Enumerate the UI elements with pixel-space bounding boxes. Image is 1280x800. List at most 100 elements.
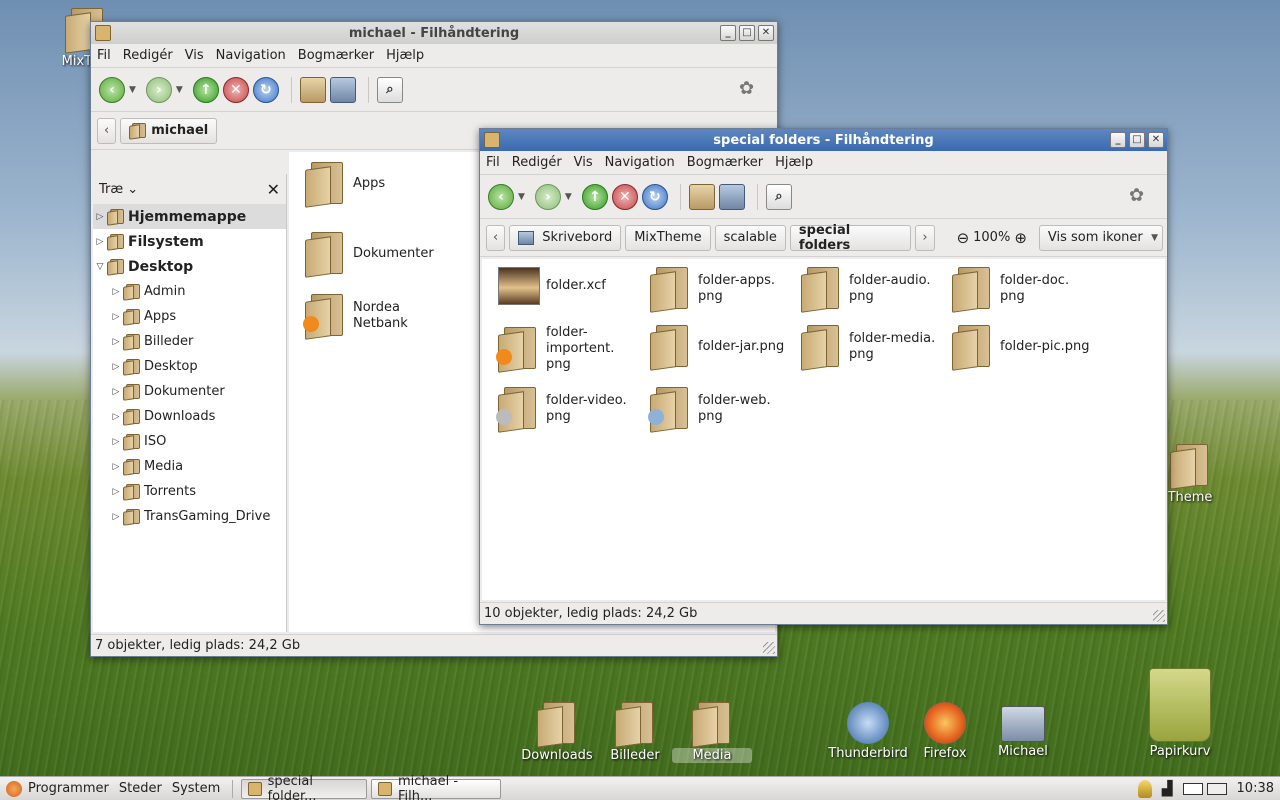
home-button[interactable]	[299, 76, 326, 103]
expander-down-icon[interactable]: ▽	[93, 262, 107, 272]
expander-right-icon[interactable]: ▷	[109, 412, 123, 422]
forward-button[interactable]: ›	[145, 76, 172, 103]
expander-right-icon[interactable]: ▷	[109, 462, 123, 472]
expander-right-icon[interactable]: ▷	[109, 312, 123, 322]
tree-item-media[interactable]: ▷ Media	[93, 454, 286, 479]
minimize-button[interactable]: _	[1110, 132, 1126, 148]
menu-programmer[interactable]: Programmer	[28, 781, 109, 796]
up-button[interactable]: ↑	[581, 183, 608, 210]
resize-grip[interactable]	[763, 642, 775, 654]
tree-item-iso[interactable]: ▷ ISO	[93, 429, 286, 454]
crumb-michael[interactable]: michael	[120, 117, 218, 144]
workspace-2-icon[interactable]	[1206, 782, 1227, 795]
taskbar-special-folders[interactable]: special folder...	[241, 774, 368, 800]
tree-item-torrents[interactable]: ▷ Torrents	[93, 479, 286, 504]
menu-bogmaerker[interactable]: Bogmærker	[298, 48, 374, 63]
expander-right-icon[interactable]: ▷	[109, 287, 123, 297]
file-item-folder-importent[interactable]: folder- importent. png	[496, 325, 614, 373]
close-button[interactable]: ✕	[1148, 132, 1164, 148]
tree-item-transgaming-drive[interactable]: ▷ TransGaming_Drive	[93, 504, 286, 529]
user-icon[interactable]	[1137, 779, 1152, 798]
titlebar[interactable]: michael - Filhåndtering _ □ ✕	[91, 22, 777, 44]
file-item-nordea-netbank[interactable]: Nordea Netbank	[303, 294, 408, 340]
expander-right-icon[interactable]: ▷	[109, 337, 123, 347]
sidebar-close-icon[interactable]: ✕	[267, 180, 280, 199]
titlebar[interactable]: special folders - Filhåndtering _ □ ✕	[480, 129, 1167, 151]
home-button[interactable]	[688, 183, 715, 210]
desktop-icon-media[interactable]: Media	[667, 702, 757, 763]
close-button[interactable]: ✕	[758, 25, 774, 41]
crumb-scroll-left[interactable]: ‹	[486, 224, 506, 251]
tree-item-desktop-sub[interactable]: ▷ Desktop	[93, 354, 286, 379]
file-item-folder-media[interactable]: folder-media. png	[801, 325, 935, 371]
menu-hjaelp[interactable]: Hjælp	[775, 155, 813, 170]
crumb-scroll-left[interactable]: ‹	[97, 117, 117, 144]
forward-dropdown-icon[interactable]: ▼	[176, 85, 183, 95]
tree-item-apps[interactable]: ▷ Apps	[93, 304, 286, 329]
clock[interactable]: 10:38	[1237, 781, 1274, 796]
taskbar-michael[interactable]: michael - Filh...	[371, 774, 502, 800]
menu-fil[interactable]: Fil	[97, 48, 111, 63]
menu-hjaelp[interactable]: Hjælp	[386, 48, 424, 63]
back-dropdown-icon[interactable]: ▼	[129, 85, 136, 95]
tree-item-desktop[interactable]: ▽ Desktop	[93, 254, 286, 279]
back-button[interactable]: ‹	[488, 183, 514, 210]
desktop-icon-trash[interactable]: Papirkurv	[1135, 668, 1225, 759]
menu-rediger[interactable]: Redigér	[512, 155, 562, 170]
file-item-folder-apps[interactable]: folder-apps. png	[650, 267, 775, 313]
zoom-out-icon[interactable]: ⊖	[957, 229, 970, 247]
expander-right-icon[interactable]: ▷	[109, 487, 123, 497]
reload-button[interactable]: ↻	[641, 183, 668, 210]
zoom-in-icon[interactable]: ⊕	[1014, 229, 1027, 247]
crumb-scroll-right[interactable]: ›	[915, 224, 935, 251]
forward-button[interactable]: ›	[534, 183, 561, 210]
back-button[interactable]: ‹	[99, 76, 125, 103]
tree-item-admin[interactable]: ▷ Admin	[93, 279, 286, 304]
forward-dropdown-icon[interactable]: ▼	[565, 192, 572, 202]
desktop-icon-firefox[interactable]: Firefox	[900, 702, 990, 761]
file-item-folder-pic[interactable]: folder-pic.png	[952, 325, 1089, 371]
crumb-mixtheme[interactable]: MixTheme	[625, 224, 711, 251]
file-item-folder-audio[interactable]: folder-audio. png	[801, 267, 931, 313]
crumb-scalable[interactable]: scalable	[714, 224, 786, 251]
menu-vis[interactable]: Vis	[185, 48, 204, 63]
view-mode-select[interactable]: Vis som ikoner ▼	[1038, 224, 1163, 251]
maximize-button[interactable]: □	[1129, 132, 1145, 148]
file-item-folder-doc[interactable]: folder-doc. png	[952, 267, 1069, 313]
window-menu-icon[interactable]	[484, 132, 500, 148]
minimize-button[interactable]: _	[720, 25, 736, 41]
menu-navigation[interactable]: Navigation	[216, 48, 286, 63]
menu-navigation[interactable]: Navigation	[605, 155, 675, 170]
resize-grip[interactable]	[1153, 610, 1165, 622]
expander-right-icon[interactable]: ▷	[93, 212, 107, 222]
back-dropdown-icon[interactable]: ▼	[518, 192, 525, 202]
file-item-folder-video[interactable]: folder-video. png	[496, 387, 627, 433]
stop-button[interactable]: ✕	[611, 183, 638, 210]
expander-right-icon[interactable]: ▷	[109, 387, 123, 397]
expander-right-icon[interactable]: ▷	[93, 237, 107, 247]
computer-button[interactable]	[718, 183, 745, 210]
file-item-folder-jar[interactable]: folder-jar.png	[650, 325, 784, 371]
crumb-skrivebord[interactable]: Skrivebord	[509, 224, 622, 251]
file-item-dokumenter[interactable]: Dokumenter	[305, 232, 434, 278]
menu-vis[interactable]: Vis	[574, 155, 593, 170]
network-icon[interactable]: ▟	[1162, 781, 1173, 797]
maximize-button[interactable]: □	[739, 25, 755, 41]
reload-button[interactable]: ↻	[252, 76, 279, 103]
desktop-icon-downloads[interactable]: Downloads	[512, 702, 602, 763]
sidebar-tree[interactable]: Træ ⌄ ✕ ▷ Hjemmemappe ▷ Filsystem ▽ Desktop…	[93, 174, 287, 632]
tree-item-filsystem[interactable]: ▷ Filsystem	[93, 229, 286, 254]
crumb-special-folders[interactable]: special folders	[789, 223, 912, 253]
expander-right-icon[interactable]: ▷	[109, 362, 123, 372]
window-menu-icon[interactable]	[95, 25, 111, 41]
stop-button[interactable]: ✕	[222, 76, 249, 103]
file-view[interactable]: folder.xcf folder-apps. png folder-audio…	[482, 259, 1165, 600]
file-item-folder-web[interactable]: folder-web. png	[648, 387, 771, 433]
tree-item-dokumenter[interactable]: ▷ Dokumenter	[93, 379, 286, 404]
menu-rediger[interactable]: Redigér	[123, 48, 173, 63]
desktop-icon-michael[interactable]: Michael	[978, 702, 1068, 759]
sidebar-mode-select[interactable]: Træ ⌄	[99, 182, 138, 197]
file-item-folder-xcf[interactable]: folder.xcf	[498, 267, 606, 305]
search-button[interactable]: ⌕	[765, 183, 792, 210]
tree-item-hjemmemappe[interactable]: ▷ Hjemmemappe	[93, 204, 286, 229]
